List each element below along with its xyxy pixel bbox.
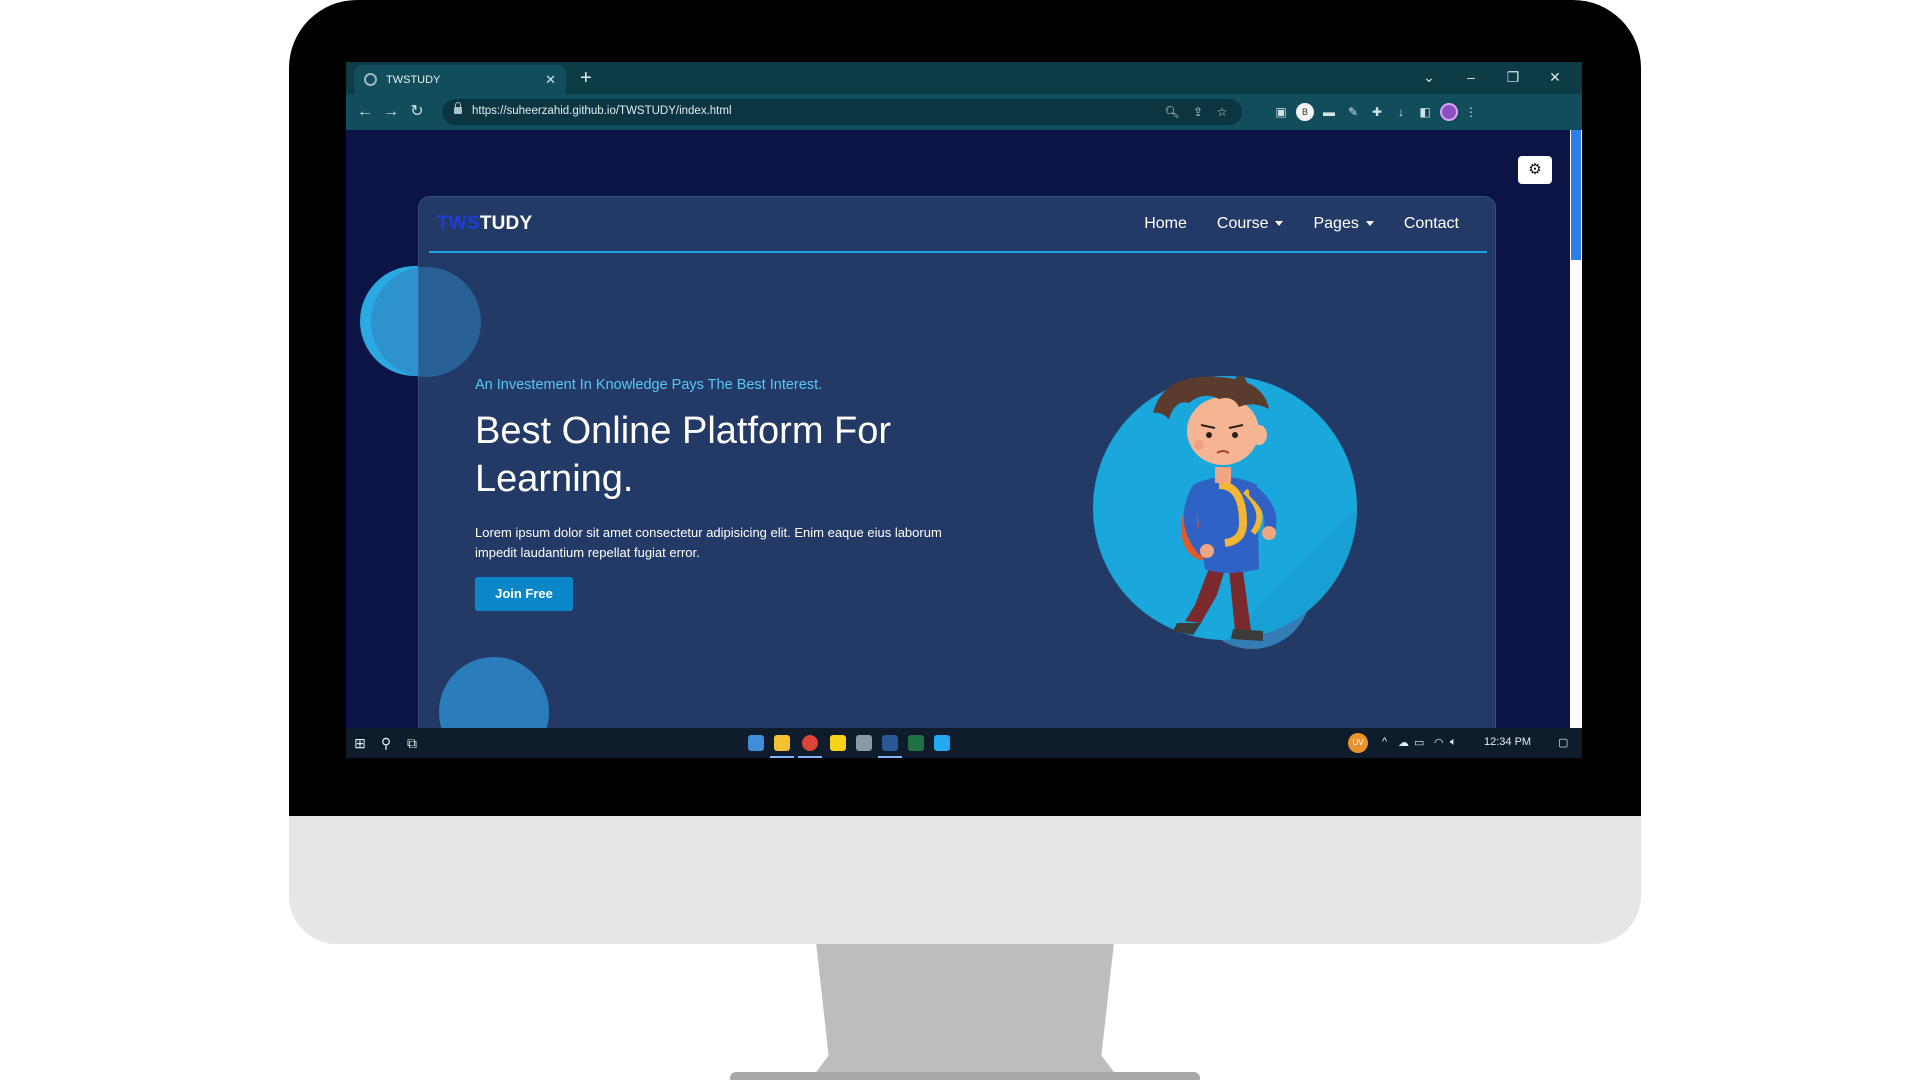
nav-course-dropdown[interactable]: Course: [1217, 215, 1284, 233]
user-badge-icon[interactable]: UV: [1348, 733, 1368, 753]
battery-icon[interactable]: ▭: [1414, 736, 1424, 749]
nav-course-label: Course: [1216, 215, 1269, 232]
tray-chevron-icon[interactable]: ^: [1382, 736, 1387, 748]
side-panel-icon[interactable]: ◧: [1416, 103, 1434, 121]
decorative-circle: [439, 657, 549, 728]
zoom-icon[interactable]: 🔍︎: [1164, 104, 1180, 120]
nav-contact[interactable]: Contact: [1404, 215, 1459, 233]
logo-prefix: TWS: [437, 213, 480, 234]
nav-pages-label: Pages: [1313, 215, 1359, 232]
file-explorer-icon[interactable]: [774, 735, 790, 751]
globe-icon: [364, 73, 377, 86]
extensions-puzzle-icon[interactable]: ✚: [1368, 103, 1386, 121]
share-icon[interactable]: ⇪: [1190, 104, 1206, 120]
site-navbar: TWSTUDY Home Course Pages Contact: [429, 197, 1487, 253]
task-view-icon[interactable]: ⧉: [402, 733, 422, 753]
forward-arrow-icon[interactable]: →: [380, 101, 402, 123]
nav-pages-dropdown[interactable]: Pages: [1313, 215, 1374, 233]
desktop-app-icon[interactable]: [748, 735, 764, 751]
monitor-chin: [289, 816, 1641, 944]
chrome-icon[interactable]: [802, 735, 818, 751]
window-controls: ⌄ – ❐ ✕: [1408, 65, 1576, 89]
tab-search-chevron-icon[interactable]: ⌄: [1408, 65, 1450, 89]
tab-close-icon[interactable]: ✕: [545, 72, 556, 88]
browser-tabbar: TWSTUDY ✕ + ⌄ – ❐ ✕: [346, 62, 1582, 94]
nav-home[interactable]: Home: [1144, 215, 1187, 233]
extension-cast-icon[interactable]: ▣: [1272, 103, 1290, 121]
new-tab-button[interactable]: +: [580, 67, 592, 89]
caret-down-icon: [1275, 221, 1284, 227]
sticky-notes-icon[interactable]: [830, 735, 846, 751]
back-arrow-icon[interactable]: ←: [354, 101, 376, 123]
tab-title: TWSTUDY: [386, 73, 441, 86]
screen: TWSTUDY ✕ + ⌄ – ❐ ✕ ← → ↻ https://suheer…: [346, 62, 1582, 758]
browser-toolbar: ← → ↻ https://suheerzahid.github.io/TWST…: [346, 94, 1582, 130]
profile-avatar[interactable]: [1440, 103, 1458, 121]
clock[interactable]: 12:34 PM: [1484, 736, 1531, 748]
extension-badge-icon[interactable]: B: [1296, 103, 1314, 121]
join-free-button[interactable]: Join Free: [475, 577, 573, 611]
browser-tab[interactable]: TWSTUDY ✕: [354, 65, 566, 94]
windows-start-icon[interactable]: ⊞: [350, 733, 370, 753]
lock-icon: [454, 102, 462, 114]
scrollbar-thumb[interactable]: [1571, 130, 1581, 260]
close-window-button[interactable]: ✕: [1534, 65, 1576, 89]
windows-taskbar: ⊞ ⚲ ⧉ UV ^ ☁ ▭ ◠ 🔈︎ 12:34 PM ▢: [346, 728, 1582, 758]
browser-menu-icon[interactable]: ⋮: [1462, 103, 1480, 121]
word-icon[interactable]: [882, 735, 898, 751]
caret-down-icon: [1365, 221, 1374, 227]
minimize-button[interactable]: –: [1450, 65, 1492, 89]
notifications-icon[interactable]: ▢: [1558, 736, 1568, 749]
wifi-icon[interactable]: ◠: [1434, 736, 1444, 749]
address-bar[interactable]: https://suheerzahid.github.io/TWSTUDY/in…: [442, 99, 1242, 125]
logo-suffix: TUDY: [479, 213, 533, 234]
extension-new-icon[interactable]: ▬: [1320, 103, 1338, 121]
monitor-stand: [810, 944, 1120, 1080]
student-illustration: [1093, 375, 1357, 641]
excel-icon[interactable]: [908, 735, 924, 751]
download-icon[interactable]: ↓: [1392, 103, 1410, 121]
active-indicator: [878, 756, 902, 758]
scrollbar[interactable]: [1570, 130, 1582, 728]
hero-tagline: An Investement In Knowledge Pays The Bes…: [475, 377, 823, 393]
decorative-circle-overlay: [371, 267, 481, 377]
monitor-base: [730, 1072, 1200, 1080]
onedrive-icon[interactable]: ☁: [1398, 736, 1409, 749]
site-logo[interactable]: TWSTUDY: [437, 213, 532, 235]
calculator-icon[interactable]: [856, 735, 872, 751]
nav-links: Home Course Pages Contact: [1144, 215, 1459, 233]
hero-card: TWSTUDY Home Course Pages Contact An Inv…: [371, 196, 1496, 728]
restore-button[interactable]: ❐: [1492, 65, 1534, 89]
settings-gear-button[interactable]: ⚙: [1518, 156, 1552, 184]
extension-colorful-icon[interactable]: ✎: [1344, 103, 1362, 121]
bookmark-star-icon[interactable]: ☆: [1214, 104, 1230, 120]
volume-icon[interactable]: 🔈︎: [1450, 736, 1457, 749]
url-text[interactable]: https://suheerzahid.github.io/TWSTUDY/in…: [472, 105, 732, 117]
vscode-icon[interactable]: [934, 735, 950, 751]
active-indicator: [770, 756, 794, 758]
hero-title: Best Online Platform For Learning.: [475, 410, 892, 500]
hero-description: Lorem ipsum dolor sit amet consectetur a…: [475, 525, 942, 560]
search-icon[interactable]: ⚲: [376, 733, 396, 753]
reload-icon[interactable]: ↻: [406, 101, 428, 123]
page-viewport: TWSTUDY Home Course Pages Contact An Inv…: [346, 130, 1582, 728]
active-indicator: [798, 756, 822, 758]
